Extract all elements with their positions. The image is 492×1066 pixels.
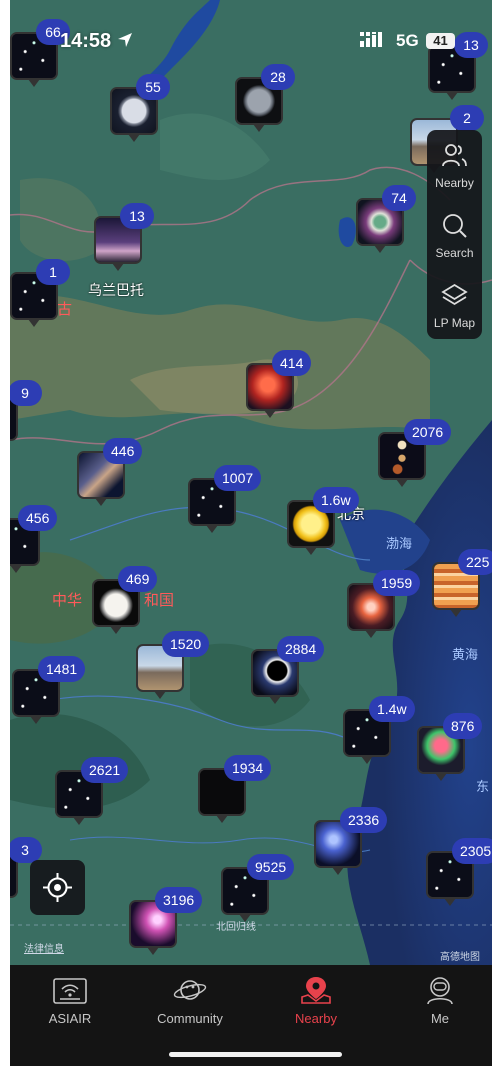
map-pin-p9525[interactable]: 9525 — [221, 854, 295, 922]
tab-asiair-label: ASIAIR — [48, 1011, 92, 1026]
location-arrow-icon — [117, 33, 132, 47]
map-pin-p414[interactable]: 414 — [246, 350, 312, 418]
map-pin-p13a[interactable]: 13 — [428, 32, 488, 100]
map-pin-p13b[interactable]: 13 — [94, 203, 154, 271]
map-pin-p1959[interactable]: 1959 — [347, 570, 421, 638]
pin-count-badge: 446 — [103, 438, 143, 464]
tab-asiair[interactable]: ASIAIR — [10, 965, 130, 1035]
map-label-china-right: 和国 — [144, 592, 175, 609]
lp-map-button[interactable]: LP Map — [427, 274, 482, 342]
tab-me[interactable]: Me — [380, 965, 492, 1035]
battery-indicator: 41 — [426, 33, 455, 49]
pin-count-badge: 3196 — [155, 887, 203, 913]
map-pin-p2336[interactable]: 2336 — [314, 807, 388, 875]
pin-count-badge: 2076 — [404, 419, 452, 445]
map-label-mongolia: 古 — [57, 301, 73, 318]
map-pin-p9[interactable]: 9 — [10, 380, 42, 441]
map-tools-panel: Nearby Search LP Map — [427, 130, 482, 339]
tab-community[interactable]: Community — [130, 965, 250, 1035]
app-screen: 古 乌兰巴托 中华 和国 北京 渤海 黄海 东 北回归线 法律信息 高德地图 6… — [10, 0, 492, 1066]
map-label-ulaanbaatar: 乌兰巴托 — [88, 282, 144, 298]
pin-count-badge: 1.6w — [313, 487, 359, 513]
pin-count-badge: 876 — [443, 713, 483, 739]
pin-count-badge: 74 — [382, 185, 416, 211]
nearby-button[interactable]: Nearby — [427, 134, 482, 202]
tab-me-label: Me — [430, 1011, 450, 1026]
pin-count-badge: 13 — [120, 203, 154, 229]
map-view[interactable]: 古 乌兰巴托 中华 和国 北京 渤海 黄海 东 北回归线 法律信息 高德地图 6… — [10, 0, 492, 965]
map-pin-p1007[interactable]: 1007 — [188, 465, 262, 533]
search-button[interactable]: Search — [427, 204, 482, 272]
pin-count-badge: 2305 — [452, 838, 492, 864]
pin-count-badge: 55 — [136, 74, 170, 100]
pin-count-badge: 9525 — [247, 854, 295, 880]
search-label: Search — [435, 246, 474, 260]
map-label-east: 东 — [476, 779, 490, 794]
map-pin-p2621[interactable]: 2621 — [55, 757, 129, 825]
map-pin-p74[interactable]: 74 — [356, 185, 416, 253]
pin-count-badge: 456 — [18, 505, 58, 531]
crosshair-icon — [43, 873, 72, 902]
tab-community-label: Community — [157, 1011, 223, 1026]
map-pin-p1520[interactable]: 1520 — [136, 631, 210, 699]
astronaut-icon — [427, 977, 453, 1005]
pin-count-badge: 1520 — [162, 631, 210, 657]
pin-count-badge: 13 — [454, 32, 488, 58]
pin-count-badge: 2336 — [340, 807, 388, 833]
network-type: 5G — [396, 31, 419, 50]
map-label-bohai: 渤海 — [386, 536, 413, 551]
pin-count-badge: 9 — [10, 380, 42, 406]
map-pin-p1[interactable]: 1 — [10, 259, 70, 327]
map-pin-p2076[interactable]: 2076 — [378, 419, 452, 487]
map-label-china-left: 中华 — [52, 592, 83, 609]
pin-count-badge: 1481 — [38, 656, 86, 682]
legal-info-link[interactable]: 法律信息 — [24, 940, 64, 955]
pin-count-badge: 1934 — [224, 755, 272, 781]
planet-icon — [173, 980, 207, 1000]
map-pin-p66[interactable]: 66 — [10, 19, 70, 87]
map-pin-p446[interactable]: 446 — [77, 438, 143, 506]
map-label-yellow-sea: 黄海 — [452, 647, 479, 662]
pin-count-badge: 225 — [458, 549, 492, 575]
status-time: 14:58 — [60, 30, 133, 53]
map-pin-p3[interactable]: 3 — [10, 837, 42, 898]
map-pin-p28[interactable]: 28 — [235, 64, 295, 132]
wifi-router-icon — [53, 978, 87, 1004]
tab-nearby[interactable]: Nearby — [256, 965, 376, 1035]
pin-count-badge: 469 — [118, 566, 158, 592]
pin-count-badge: 414 — [272, 350, 312, 376]
signal-icon — [360, 31, 388, 52]
map-pin-p3196[interactable]: 3196 — [129, 887, 203, 955]
pin-count-badge: 1.4w — [369, 696, 415, 722]
map-attribution: 高德地图 — [440, 952, 480, 963]
pin-count-badge: 2621 — [81, 757, 129, 783]
map-pin-p456[interactable]: 456 — [10, 505, 58, 573]
map-pin-p2884[interactable]: 2884 — [251, 636, 325, 704]
map-pin-p876[interactable]: 876 — [417, 713, 483, 781]
pin-count-badge: 28 — [261, 64, 295, 90]
people-icon — [442, 144, 467, 167]
nearby-label: Nearby — [435, 176, 474, 190]
home-indicator[interactable] — [169, 1052, 342, 1057]
tab-nearby-label: Nearby — [295, 1011, 337, 1026]
map-pin-p14w[interactable]: 1.4w — [343, 696, 415, 764]
map-pin-p469[interactable]: 469 — [92, 566, 158, 634]
map-pin-p1481[interactable]: 1481 — [12, 656, 86, 724]
map-pin-p2305[interactable]: 2305 — [426, 838, 492, 906]
lp-map-label: LP Map — [433, 316, 476, 330]
pin-count-badge: 2 — [450, 105, 484, 131]
map-pin-p225[interactable]: 225 — [432, 549, 492, 617]
pin-count-badge: 1959 — [373, 570, 421, 596]
pin-count-badge: 2884 — [277, 636, 325, 662]
locate-me-button[interactable] — [30, 860, 85, 915]
map-pin-p55[interactable]: 55 — [110, 74, 170, 142]
search-icon — [443, 214, 467, 238]
map-pin-icon — [301, 977, 331, 1004]
layers-icon — [441, 283, 468, 306]
map-pin-p1934[interactable]: 1934 — [198, 755, 272, 823]
pin-count-badge: 1007 — [214, 465, 262, 491]
map-pin-p16w[interactable]: 1.6w — [287, 487, 359, 555]
pin-count-badge: 1 — [36, 259, 70, 285]
tab-bar: ASIAIR Community Nearby Me — [10, 965, 492, 1066]
